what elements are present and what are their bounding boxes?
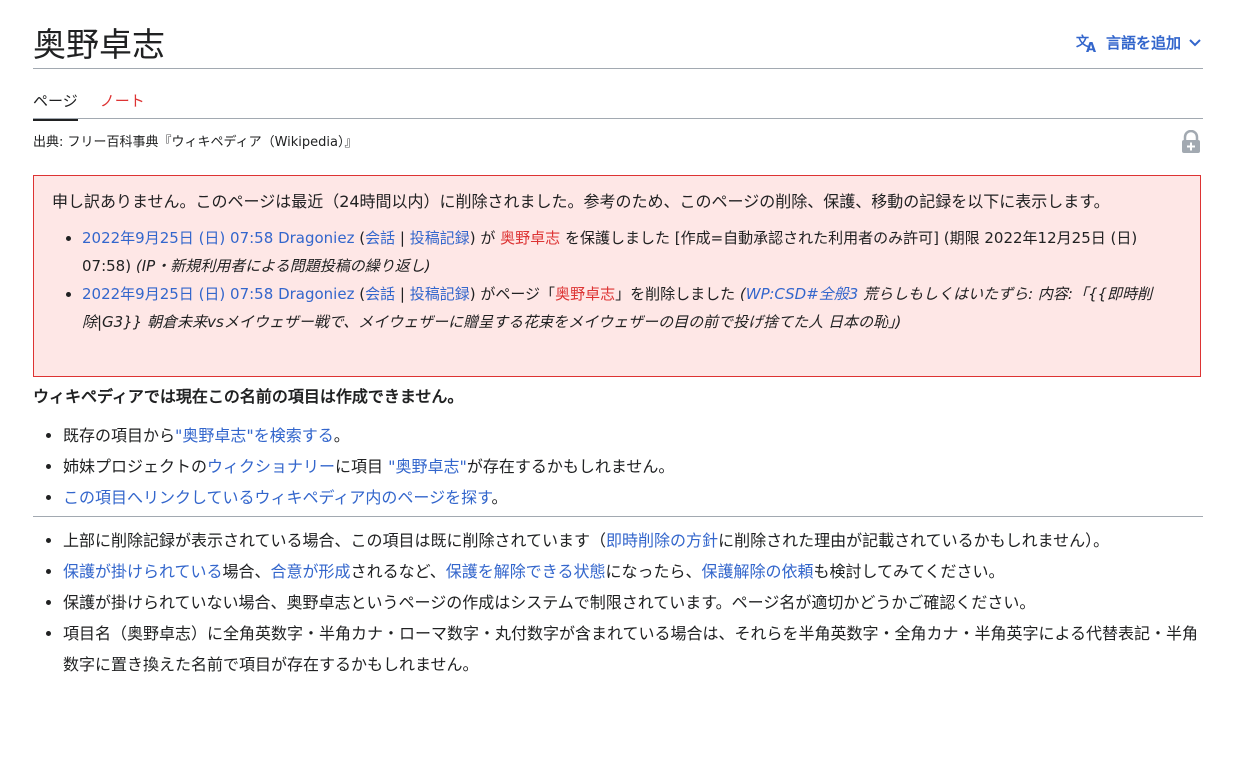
chevron-down-icon <box>1189 38 1201 47</box>
unprotect-request-link[interactable]: 保護解除の依頼 <box>701 562 813 581</box>
list-item: 保護が掛けられている場合、合意が形成されるなど、保護を解除できる状態になったら、… <box>63 556 1201 587</box>
notice-message: 申し訳ありません。このページは最近（24時間以内）に削除されました。参考のため、… <box>52 192 1110 211</box>
tabs-divider <box>33 118 1203 119</box>
log-page-link[interactable]: 奥野卓志 <box>500 229 560 247</box>
namespace-tabs: ページ ノート <box>33 90 145 121</box>
info-list: 上部に削除記録が表示されている場合、この項目は既に削除されています（即時削除の方… <box>33 525 1201 680</box>
section-divider <box>33 516 1203 517</box>
add-languages-button[interactable]: 文 A 言語を追加 <box>1076 32 1201 53</box>
list-item: 項目名（奥野卓志）に全角英数字・半角カナ・ローマ数字・丸付数字が含まれている場合… <box>63 618 1201 680</box>
log-datetime-link[interactable]: 2022年9月25日 (日) 07:58 <box>82 285 273 303</box>
log-entry: 2022年9月25日 (日) 07:58 Dragoniez (会話 | 投稿記… <box>82 224 1182 280</box>
translate-icon: 文 A <box>1076 33 1098 53</box>
lock-icon[interactable] <box>1181 129 1201 158</box>
log-talk-link[interactable]: 会話 <box>365 229 395 247</box>
log-entry: 2022年9月25日 (日) 07:58 Dragoniez (会話 | 投稿記… <box>82 280 1182 336</box>
log-user-link[interactable]: Dragoniez <box>278 285 354 303</box>
wiktionary-entry-link[interactable]: "奥野卓志" <box>388 457 467 476</box>
cannot-create-heading: ウィキペディアでは現在この名前の項目は作成できません。 <box>33 387 464 406</box>
log-page-link[interactable]: 奥野卓志 <box>555 285 615 303</box>
whatlinkshere-link[interactable]: この項目へリンクしているウィキペディア内のページを探す <box>63 488 491 507</box>
log-list: 2022年9月25日 (日) 07:58 Dragoniez (会話 | 投稿記… <box>52 224 1182 336</box>
deletion-notice: 申し訳ありません。このページは最近（24時間以内）に削除されました。参考のため、… <box>33 175 1201 377</box>
svg-text:A: A <box>1086 41 1096 53</box>
list-item: この項目へリンクしているウィキペディア内のページを探す。 <box>63 482 674 513</box>
tab-talk[interactable]: ノート <box>100 90 145 121</box>
log-datetime-link[interactable]: 2022年9月25日 (日) 07:58 <box>82 229 273 247</box>
site-subtitle: 出典: フリー百科事典『ウィキペディア（Wikipedia）』 <box>33 135 358 150</box>
unprotect-state-link[interactable]: 保護を解除できる状態 <box>446 562 606 581</box>
log-reason: (IP・新規利用者による問題投稿の繰り返し) <box>135 257 431 275</box>
consensus-link[interactable]: 合意が形成 <box>271 562 351 581</box>
list-item: 上部に削除記録が表示されている場合、この項目は既に削除されています（即時削除の方… <box>63 525 1201 556</box>
speedy-deletion-policy-link[interactable]: 即時削除の方針 <box>606 531 718 550</box>
csd-link[interactable]: WP:CSD#全般3 <box>746 285 859 303</box>
page-title: 奥野卓志 <box>33 25 165 64</box>
list-item: 既存の項目から"奥野卓志"を検索する。 <box>63 420 674 451</box>
list-item: 姉妹プロジェクトのウィクショナリーに項目 "奥野卓志"が存在するかもしれません。 <box>63 451 674 482</box>
add-languages-label: 言語を追加 <box>1105 34 1181 52</box>
tab-page[interactable]: ページ <box>33 90 78 121</box>
title-divider <box>33 68 1203 69</box>
log-contribs-link[interactable]: 投稿記録 <box>410 229 470 247</box>
suggestions-list: 既存の項目から"奥野卓志"を検索する。 姉妹プロジェクトのウィクショナリーに項目… <box>33 420 674 513</box>
log-contribs-link[interactable]: 投稿記録 <box>410 285 470 303</box>
log-talk-link[interactable]: 会話 <box>365 285 395 303</box>
log-user-link[interactable]: Dragoniez <box>278 229 354 247</box>
protection-link[interactable]: 保護が掛けられている <box>63 562 223 581</box>
search-link[interactable]: "奥野卓志"を検索する <box>175 426 334 445</box>
list-item: 保護が掛けられていない場合、奥野卓志というページの作成はシステムで制限されていま… <box>63 587 1201 618</box>
wiktionary-link[interactable]: ウィクショナリー <box>207 457 335 476</box>
